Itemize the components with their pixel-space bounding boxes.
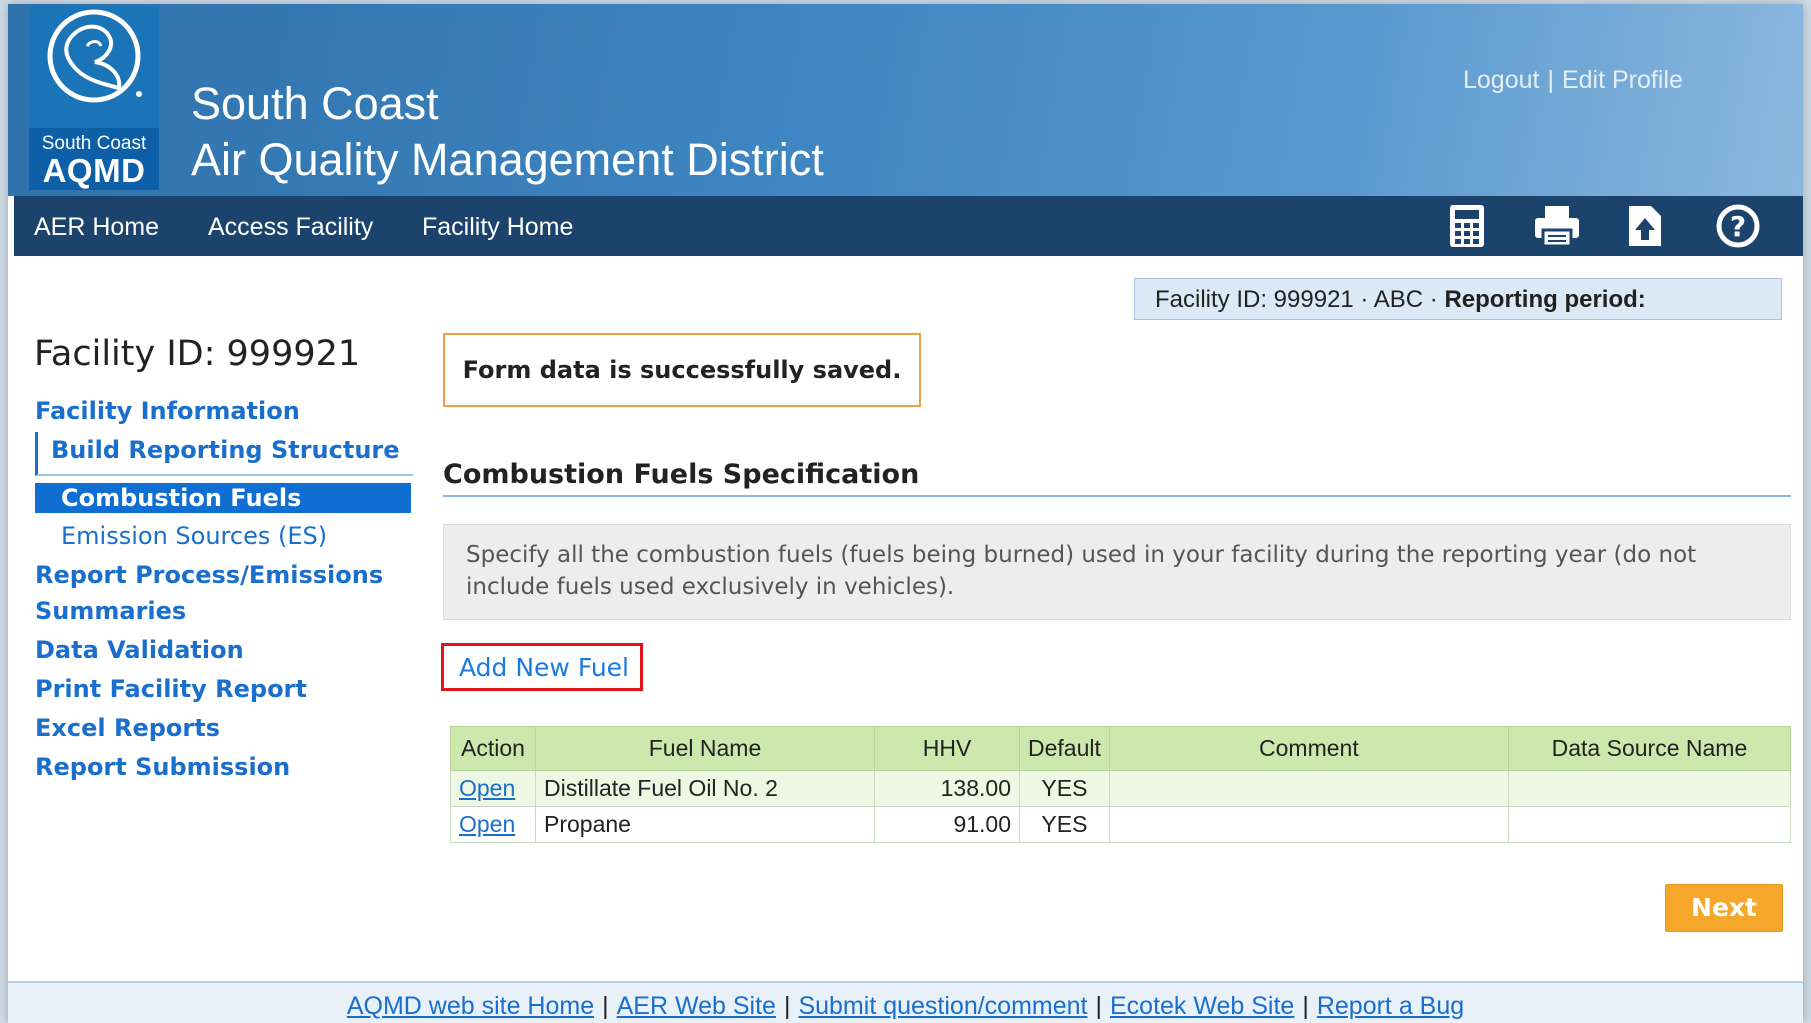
- col-fuel-name[interactable]: Fuel Name: [535, 726, 875, 771]
- row-action-cell: Open: [450, 806, 536, 843]
- reporting-period-label: Reporting period:: [1444, 286, 1646, 313]
- edit-profile-link[interactable]: Edit Profile: [1562, 66, 1683, 94]
- fuel-name-cell: Propane: [535, 806, 875, 843]
- footer-link-report-bug[interactable]: Report a Bug: [1317, 992, 1464, 1020]
- bird-emblem-icon: [29, 6, 159, 128]
- site-footer: AQMD web site Home | AER Web Site | Submit q…: [8, 981, 1803, 1023]
- site-title: South Coast Air Quality Management Distr…: [191, 76, 824, 188]
- sidebar-item-summaries[interactable]: Summaries: [35, 597, 186, 625]
- footer-separator: |: [1095, 992, 1102, 1020]
- save-success-message: Form data is successfully saved.: [443, 333, 921, 407]
- footer-link-submit-question[interactable]: Submit question/comment: [798, 992, 1087, 1020]
- logo-text: South Coast AQMD: [29, 128, 159, 190]
- logo-acronym: AQMD: [42, 152, 146, 189]
- nav-aer-home[interactable]: AER Home: [34, 213, 159, 242]
- sidebar-item-print-facility-report[interactable]: Print Facility Report: [35, 675, 307, 703]
- default-cell: YES: [1019, 770, 1110, 807]
- svg-text:?: ?: [1730, 210, 1746, 243]
- sidebar-item-excel-reports[interactable]: Excel Reports: [35, 714, 220, 742]
- sidebar-item-data-validation[interactable]: Data Validation: [35, 636, 244, 664]
- hhv-cell: 91.00: [874, 806, 1020, 843]
- sidebar-item-emission-sources[interactable]: Emission Sources (ES): [61, 522, 327, 550]
- table-row: Open Distillate Fuel Oil No. 2 138.00 YE…: [450, 770, 1792, 807]
- logo-subtitle: South Coast: [41, 133, 147, 154]
- col-action[interactable]: Action: [450, 726, 536, 771]
- site-header: South Coast AQMD South Coast Air Quality…: [8, 4, 1803, 196]
- footer-link-aqmd-home[interactable]: AQMD web site Home: [347, 992, 594, 1020]
- fuels-table: Action Fuel Name HHV Default Comment Dat…: [450, 726, 1792, 843]
- data-source-cell: [1507, 770, 1792, 807]
- footer-separator: |: [783, 992, 791, 1020]
- main-nav: AER Home Access Facility Facility Home ?: [14, 196, 1803, 256]
- sidebar-item-report-process[interactable]: Report Process/Emissions: [35, 561, 383, 589]
- col-default[interactable]: Default: [1019, 726, 1110, 771]
- upload-icon[interactable]: [1623, 204, 1667, 248]
- nav-access-facility[interactable]: Access Facility: [208, 213, 373, 242]
- footer-link-aer-web-site[interactable]: AER Web Site: [617, 992, 776, 1020]
- section-title: Combustion Fuels Specification: [443, 459, 1791, 497]
- add-new-fuel-link[interactable]: Add New Fuel: [441, 643, 643, 691]
- site-title-line2: Air Quality Management District: [191, 134, 824, 185]
- link-separator: |: [1547, 66, 1554, 94]
- account-links: Logout | Edit Profile: [1463, 66, 1683, 95]
- facility-info-bar: Facility ID: 999921 · ABC · Reporting pe…: [1134, 278, 1782, 320]
- printer-icon[interactable]: [1533, 204, 1579, 248]
- instructions-text: Specify all the combustion fuels (fuels …: [443, 524, 1791, 620]
- comment-cell: [1108, 770, 1509, 807]
- sidebar-item-build-reporting-structure[interactable]: Build Reporting Structure: [51, 436, 400, 464]
- col-data-source-name[interactable]: Data Source Name: [1507, 726, 1792, 771]
- next-button[interactable]: Next: [1665, 884, 1783, 932]
- help-icon[interactable]: ?: [1716, 204, 1760, 248]
- row-action-cell: Open: [450, 770, 536, 807]
- nav-facility-home[interactable]: Facility Home: [422, 213, 573, 242]
- sidebar-facility-title: Facility ID: 999921: [34, 334, 361, 374]
- data-source-cell: [1507, 806, 1792, 843]
- footer-link-ecotek-web-site[interactable]: Ecotek Web Site: [1110, 992, 1294, 1020]
- sidebar-item-combustion-fuels[interactable]: Combustion Fuels: [35, 483, 411, 513]
- site-title-line1: South Coast: [191, 78, 439, 129]
- default-cell: YES: [1019, 806, 1110, 843]
- table-header-row: Action Fuel Name HHV Default Comment Dat…: [450, 726, 1792, 771]
- sidebar-item-report-submission[interactable]: Report Submission: [35, 753, 290, 781]
- open-link[interactable]: Open: [459, 811, 515, 837]
- footer-separator: |: [1302, 992, 1309, 1020]
- col-hhv[interactable]: HHV: [874, 726, 1020, 771]
- browser-frame: South Coast AQMD South Coast Air Quality…: [8, 4, 1803, 1023]
- sidebar-item-facility-information[interactable]: Facility Information: [35, 397, 300, 425]
- table-row: Open Propane 91.00 YES: [450, 806, 1792, 843]
- fuel-name-cell: Distillate Fuel Oil No. 2: [535, 770, 875, 807]
- hhv-cell: 138.00: [874, 770, 1020, 807]
- comment-cell: [1108, 806, 1509, 843]
- calculator-icon[interactable]: [1445, 204, 1489, 248]
- facility-id-text: Facility ID: 999921 · ABC ·: [1155, 286, 1445, 313]
- aqmd-logo[interactable]: South Coast AQMD: [29, 6, 159, 190]
- footer-separator: |: [602, 992, 609, 1020]
- col-comment[interactable]: Comment: [1108, 726, 1509, 771]
- logout-link[interactable]: Logout: [1463, 66, 1539, 94]
- open-link[interactable]: Open: [459, 775, 515, 801]
